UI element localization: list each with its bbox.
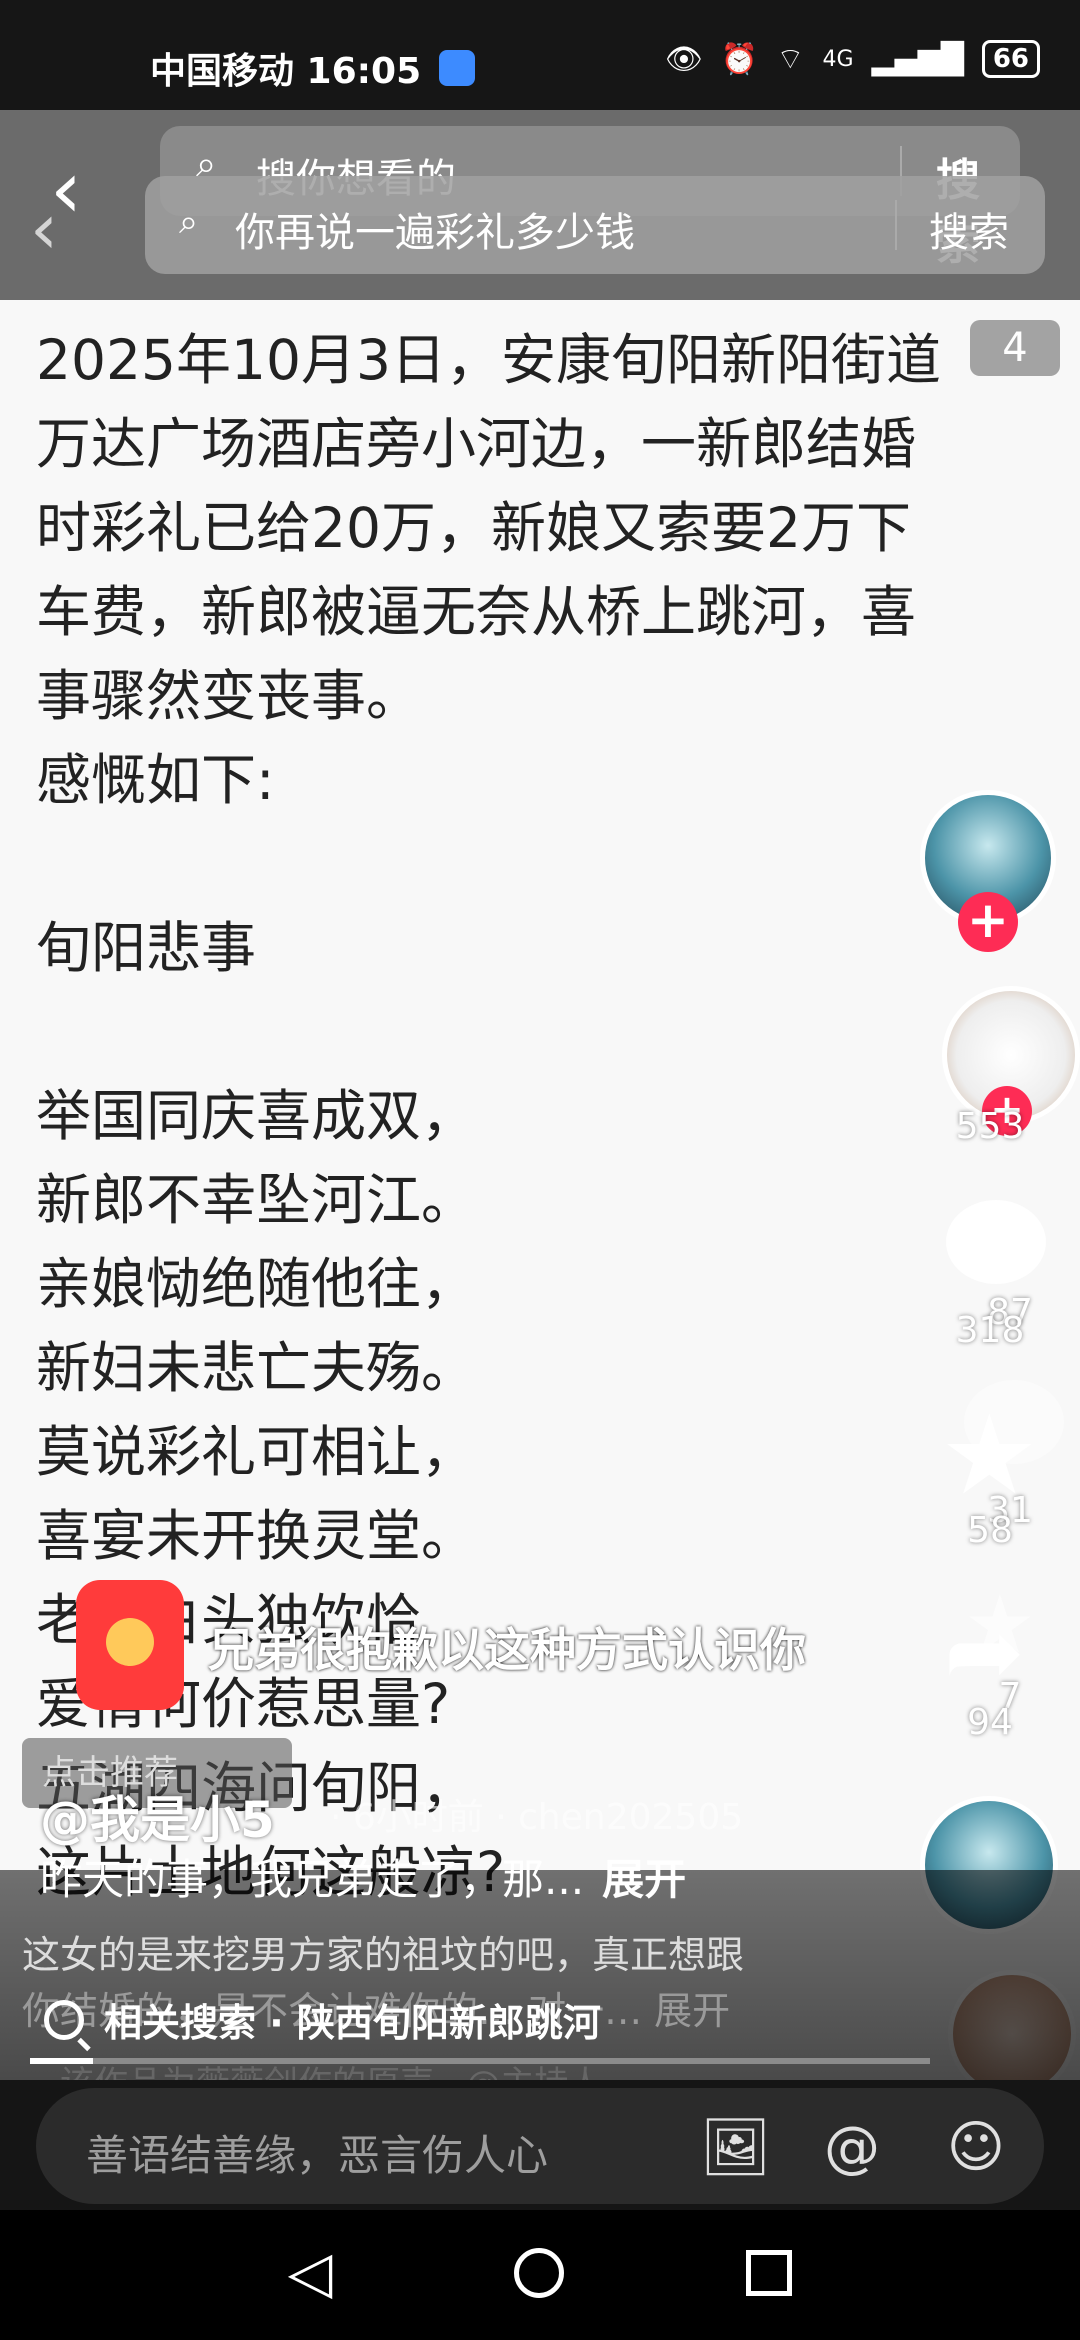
favorite-count: 58 xyxy=(967,1510,1013,1551)
search-icon: ⌕ xyxy=(179,202,199,242)
image-icon[interactable]: 🖼 xyxy=(700,2118,771,2178)
share-count: 94 xyxy=(967,1702,1013,1743)
post-line: 车费，新郎被逼无奈从桥上跳河，喜 xyxy=(36,580,917,644)
wifi-icon: ⌔ xyxy=(776,42,805,77)
nav-recents-icon[interactable] xyxy=(746,2250,792,2296)
search-icon xyxy=(44,1999,84,2040)
related-search[interactable]: 相关搜索 · 陕西旬阳新郎跳河 xyxy=(44,1992,601,2047)
video-description: 昨天的事，我兄弟走了，那... 展开 xyxy=(40,1846,686,1907)
comment-icon[interactable] xyxy=(946,1200,1046,1284)
post-line: 2025年10月3日，安康旬阳新阳街道 xyxy=(36,328,941,392)
comment-placeholder: 善语结善缘，恶言伤人心 xyxy=(86,2131,549,2180)
comment-input[interactable]: 善语结善缘，恶言伤人心 🖼 @ ☺ xyxy=(36,2088,1044,2204)
post-line: 事骤然变丧事。 xyxy=(36,664,422,728)
post-time-ghost: · 6小时前 · chen202505 xyxy=(330,1797,744,1838)
back-icon-ghost: ‹ xyxy=(30,188,58,270)
alarm-icon: ⏰ xyxy=(720,41,759,77)
status-right: 👁 ⏰ ⌔ 4G ▂▄▆█ 66 xyxy=(665,40,1040,78)
comment-input-bar: 善语结善缘，恶言伤人心 🖼 @ ☺ xyxy=(0,2080,1080,2210)
description-text: 昨天的事，我兄弟走了，那... xyxy=(40,1855,585,1904)
emoji-icon[interactable]: ☺ xyxy=(946,2118,1006,2178)
status-left: 中国移动 16:05 xyxy=(150,42,476,94)
search-suggestion: 你再说一遍彩礼多少钱 xyxy=(235,210,635,256)
system-navigation-bar: ◁ xyxy=(0,2210,1080,2340)
post-line: 万达广场酒店旁小河边，一新郎结婚 xyxy=(36,412,917,476)
red-packet-icon[interactable] xyxy=(76,1580,184,1710)
poem-line: 莫说彩礼可相让， xyxy=(36,1420,477,1484)
post-line: 感慨如下: xyxy=(36,748,275,812)
nav-home-icon[interactable] xyxy=(514,2248,564,2298)
like-count: 553 xyxy=(955,1106,1025,1147)
video-caption: 兄弟很抱歉以这种方式认识你 xyxy=(208,1623,806,1677)
poem-line: 喜宴未开换灵堂。 xyxy=(36,1504,477,1568)
post-line xyxy=(36,990,1046,1074)
author-name[interactable]: @我是小5 xyxy=(40,1780,275,1852)
expand-link[interactable]: 展开 xyxy=(602,1855,686,1904)
mention-icon[interactable]: @ xyxy=(822,2118,882,2178)
carrier-time: 中国移动 16:05 xyxy=(150,51,422,92)
nav-back-icon[interactable]: ◁ xyxy=(280,2242,340,2302)
post-line: 时彩礼已给20万，新娘又索要2万下 xyxy=(36,496,911,560)
red-packet-coin xyxy=(106,1618,154,1666)
network-type: 4G xyxy=(822,46,854,72)
follow-plus-icon[interactable]: + xyxy=(958,892,1018,952)
search-header: ‹ ‹ ⌕ 搜你想看的 搜索 ⌕ 你再说一遍彩礼多少钱 搜索 xyxy=(0,110,1080,300)
video-progress-bar[interactable] xyxy=(30,2058,930,2064)
search-button-ghost[interactable]: 搜索 xyxy=(929,200,1009,258)
poem-title: 旬阳悲事 xyxy=(36,916,257,980)
poem-line: 新郎不幸坠河江。 xyxy=(36,1168,477,1232)
eye-icon: 👁 xyxy=(664,41,703,77)
video-progress-fill xyxy=(30,2058,93,2064)
search-divider xyxy=(895,200,897,250)
search-input-ghost[interactable]: ⌕ 你再说一遍彩礼多少钱 搜索 xyxy=(145,176,1045,274)
comment-count: 318 xyxy=(955,1310,1025,1351)
poem-line: 新妇未悲亡夫殇。 xyxy=(36,1336,477,1400)
battery-icon: 66 xyxy=(981,40,1040,78)
poem-line: 亲娘恸绝随他往， xyxy=(36,1252,477,1316)
comment-preview: 这女的是来挖男方家的祖坟的吧，真正想跟 xyxy=(22,1933,745,1977)
signal-icon: ▂▄▆█ xyxy=(871,41,964,77)
app-notification-icon xyxy=(439,50,476,86)
status-bar: 中国移动 16:05 👁 ⏰ ⌔ 4G ▂▄▆█ 66 xyxy=(0,0,1080,110)
post-line xyxy=(36,822,1046,906)
poem-line: 举国同庆喜成双， xyxy=(36,1084,477,1148)
related-search-label: 相关搜索 · 陕西旬阳新郎跳河 xyxy=(104,2001,601,2045)
